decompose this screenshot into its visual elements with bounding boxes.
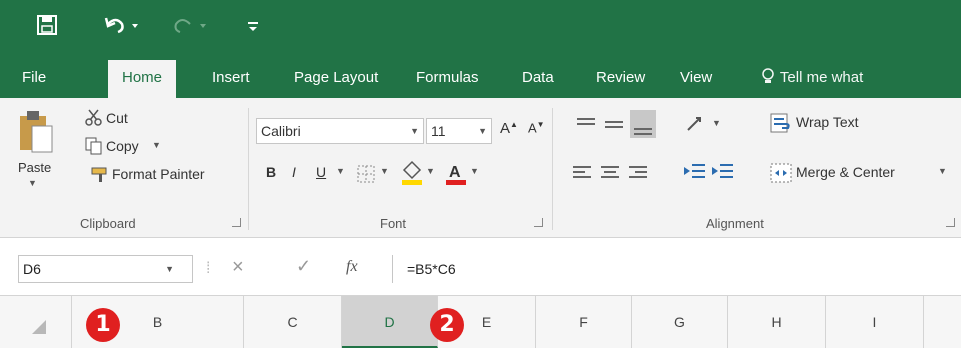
align-center-icon[interactable] xyxy=(600,164,620,185)
copy-button[interactable]: Copy xyxy=(106,138,139,154)
tab-data[interactable]: Data xyxy=(522,58,554,98)
paste-dropdown-icon[interactable]: ▼ xyxy=(28,178,37,188)
fill-color-dropdown-icon[interactable]: ▼ xyxy=(426,166,435,176)
font-family-value: Calibri xyxy=(261,123,301,139)
column-header-i[interactable]: I xyxy=(826,296,924,348)
paste-icon[interactable] xyxy=(18,108,54,159)
svg-text:A: A xyxy=(449,164,461,181)
font-color-icon[interactable]: A xyxy=(444,160,468,191)
cancel-icon[interactable]: × xyxy=(232,256,244,279)
tab-formulas[interactable]: Formulas xyxy=(416,58,479,98)
format-painter-button[interactable]: Format Painter xyxy=(112,166,205,182)
alignment-group-label: Alignment xyxy=(706,216,764,231)
merge-center-dropdown-icon[interactable]: ▼ xyxy=(938,166,947,176)
align-left-icon[interactable] xyxy=(572,164,592,185)
tab-review[interactable]: Review xyxy=(596,58,645,98)
chevron-down-icon[interactable]: ▼ xyxy=(165,256,174,282)
font-group-label: Font xyxy=(380,216,407,231)
lightbulb-icon xyxy=(760,68,780,86)
cut-button[interactable]: Cut xyxy=(106,110,128,126)
clipboard-group-label: Clipboard xyxy=(80,216,136,231)
column-header-d[interactable]: D xyxy=(342,296,438,348)
font-family-select[interactable]: Calibri ▼ xyxy=(256,118,424,144)
chevron-down-icon: ▼ xyxy=(410,126,419,136)
bottom-align-icon[interactable] xyxy=(630,110,656,143)
ribbon-tabs: File Home Insert Page Layout Formulas Da… xyxy=(0,58,961,98)
bold-button[interactable]: B xyxy=(266,164,276,180)
tell-me-label: Tell me what xyxy=(779,69,864,86)
tab-home[interactable]: Home xyxy=(108,60,177,98)
tab-file[interactable]: File xyxy=(22,58,46,98)
orientation-dropdown-icon[interactable]: ▼ xyxy=(712,118,721,128)
font-size-select[interactable]: 11 ▼ xyxy=(426,118,492,144)
chevron-down-icon: ▼ xyxy=(478,126,487,136)
name-box-value: D6 xyxy=(23,261,41,277)
tab-view[interactable]: View xyxy=(680,58,712,98)
copy-dropdown-icon[interactable]: ▼ xyxy=(152,140,161,150)
save-icon[interactable] xyxy=(36,14,58,43)
name-box[interactable]: D6 ▼ xyxy=(18,255,193,283)
middle-align-icon[interactable] xyxy=(604,116,624,137)
format-painter-icon xyxy=(90,164,110,189)
ribbon: Paste ▼ Cut Copy ▼ Format Painter Clipbo… xyxy=(0,98,961,238)
paste-button[interactable]: Paste xyxy=(18,160,51,175)
wrap-text-button[interactable]: Wrap Text xyxy=(796,114,859,130)
title-bar xyxy=(0,0,961,58)
top-align-icon[interactable] xyxy=(576,116,596,137)
merge-center-icon xyxy=(770,162,792,189)
tab-page-layout[interactable]: Page Layout xyxy=(294,58,378,98)
font-color-dropdown-icon[interactable]: ▼ xyxy=(470,166,479,176)
divider xyxy=(248,108,249,230)
insert-function-icon[interactable]: fx xyxy=(346,258,358,276)
tab-insert[interactable]: Insert xyxy=(212,58,250,98)
tell-me-box[interactable]: Tell me what xyxy=(760,58,863,98)
column-header-h[interactable]: H xyxy=(728,296,826,348)
orientation-icon[interactable] xyxy=(686,114,710,139)
underline-dropdown-icon[interactable]: ▼ xyxy=(336,166,345,176)
customize-qat-icon[interactable] xyxy=(246,14,260,43)
clipboard-launcher-icon[interactable] xyxy=(232,218,241,227)
font-launcher-icon[interactable] xyxy=(534,218,543,227)
redo-icon[interactable] xyxy=(172,14,212,43)
decrease-indent-icon[interactable] xyxy=(682,162,706,185)
increase-indent-icon[interactable] xyxy=(710,162,734,185)
borders-dropdown-icon[interactable]: ▼ xyxy=(380,166,389,176)
font-size-value: 11 xyxy=(431,123,446,139)
alignment-launcher-icon[interactable] xyxy=(946,218,955,227)
decrease-font-size-icon[interactable]: A▼ xyxy=(528,120,545,135)
underline-button[interactable]: U xyxy=(316,164,326,180)
fill-color-icon[interactable] xyxy=(400,160,424,191)
scissors-icon xyxy=(84,108,104,133)
column-header-g[interactable]: G xyxy=(632,296,728,348)
increase-font-size-icon[interactable]: A▲ xyxy=(500,120,518,137)
wrap-text-icon xyxy=(770,112,792,139)
merge-center-button[interactable]: Merge & Center xyxy=(796,164,895,180)
enter-icon[interactable]: ✓ xyxy=(296,256,311,277)
column-header-f[interactable]: F xyxy=(536,296,632,348)
column-header-c[interactable]: C xyxy=(244,296,342,348)
borders-icon[interactable] xyxy=(356,164,376,189)
divider xyxy=(552,108,553,230)
copy-icon xyxy=(84,136,104,161)
italic-button[interactable]: I xyxy=(292,164,296,180)
select-all-icon xyxy=(32,320,46,334)
more-options-icon[interactable]: ⁞ xyxy=(206,260,210,278)
undo-icon[interactable] xyxy=(104,14,144,43)
align-right-icon[interactable] xyxy=(628,164,648,185)
callout-marker-2: 2 xyxy=(430,308,464,342)
formula-input[interactable]: =B5*C6 xyxy=(392,255,961,283)
callout-marker-1: 1 xyxy=(86,308,120,342)
